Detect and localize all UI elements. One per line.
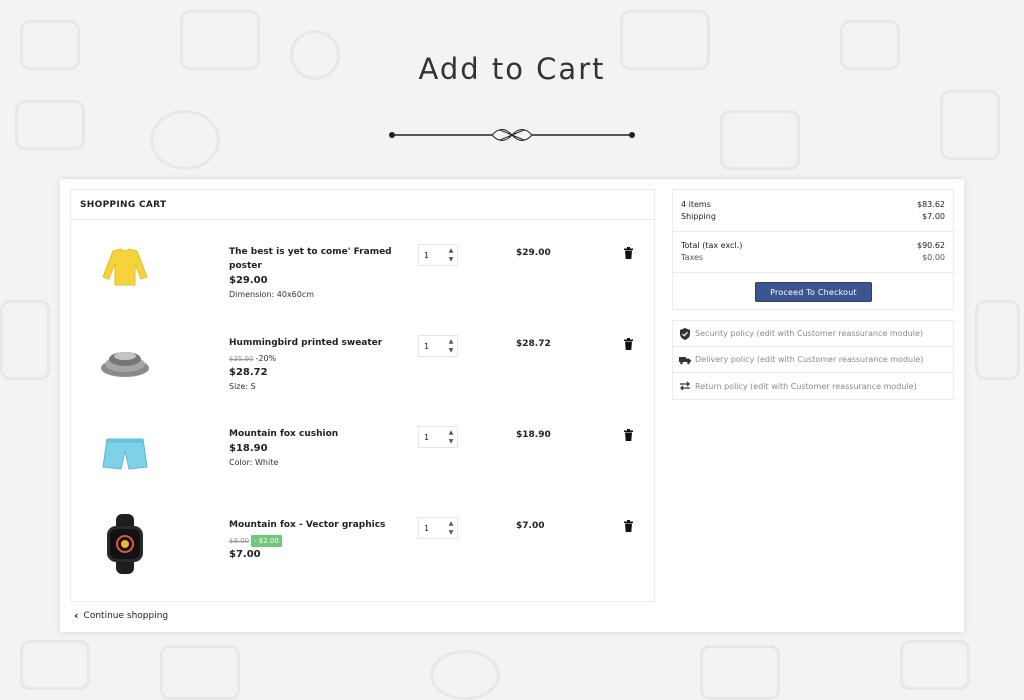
item-price: $29.00: [229, 275, 268, 286]
quantity-arrows[interactable]: ▲ ▼: [447, 337, 455, 355]
shield-icon: [680, 327, 690, 340]
item-name[interactable]: Mountain fox cushion: [229, 427, 399, 441]
reassurance-item: Delivery policy (edit with Customer reas…: [673, 347, 953, 373]
quantity-arrows[interactable]: ▲ ▼: [447, 246, 455, 264]
taxes-label: Taxes: [681, 253, 704, 262]
item-attribute: Size: S: [229, 382, 256, 391]
item-price: $18.90: [229, 443, 268, 454]
reassurance-item: Security policy (edit with Customer reas…: [673, 321, 953, 347]
cart-summary: 4 items $83.62 Shipping $7.00 Total (tax…: [672, 189, 954, 310]
summary-shipping-row: Shipping $7.00: [681, 212, 945, 221]
watch-icon: [107, 514, 143, 574]
reassurance-label: Security policy (edit with Customer reas…: [695, 329, 923, 338]
quantity-value: 1: [424, 342, 430, 351]
quantity-stepper[interactable]: 1 ▲ ▼: [418, 244, 458, 266]
items-count-label: 4 items: [681, 200, 711, 209]
truck-icon: [679, 356, 691, 364]
taxes-value: $0.00: [922, 253, 945, 262]
item-info: Hummingbird printed sweater $35.90 -20% …: [229, 336, 399, 391]
line-total: $18.90: [516, 430, 551, 440]
increment-icon[interactable]: ▲: [447, 337, 455, 346]
chevron-left-icon: ‹: [74, 609, 79, 622]
quantity-stepper[interactable]: 1 ▲ ▼: [418, 426, 458, 448]
quantity-value: 1: [424, 433, 430, 442]
trash-icon[interactable]: [624, 338, 633, 350]
item-old-price: $9.00: [229, 536, 250, 545]
increment-icon[interactable]: ▲: [447, 519, 455, 528]
decrement-icon[interactable]: ▼: [447, 346, 455, 355]
items-subtotal: $83.62: [917, 200, 945, 209]
item-name[interactable]: Mountain fox - Vector graphics: [229, 518, 399, 532]
shorts-icon: [102, 438, 148, 470]
item-attribute: Color: White: [229, 458, 279, 467]
trash-icon[interactable]: [624, 520, 633, 532]
decrement-icon[interactable]: ▼: [447, 437, 455, 446]
quantity-arrows[interactable]: ▲ ▼: [447, 519, 455, 537]
item-price: $7.00: [229, 549, 261, 560]
line-total: $28.72: [516, 339, 551, 349]
shipping-value: $7.00: [922, 212, 945, 221]
reassurance-item: Return policy (edit with Customer reassu…: [673, 373, 953, 399]
summary-taxes-row: Taxes $0.00: [681, 253, 945, 262]
item-name[interactable]: Hummingbird printed sweater: [229, 336, 399, 350]
quantity-stepper[interactable]: 1 ▲ ▼: [418, 517, 458, 539]
quantity-value: 1: [424, 524, 430, 533]
item-info: Mountain fox cushion $18.90 Color: White: [229, 427, 399, 467]
cart-page-card: SHOPPING CART The best is yet to come' F…: [60, 179, 964, 632]
summary-divider: [673, 272, 953, 273]
quantity-arrows[interactable]: ▲ ▼: [447, 428, 455, 446]
yellow-sweater-icon: [102, 248, 148, 286]
summary-items-row: 4 items $83.62: [681, 200, 945, 209]
reassurance-block: Security policy (edit with Customer reas…: [672, 320, 954, 400]
item-info: Mountain fox - Vector graphics $9.00 - $…: [229, 518, 399, 560]
cart-item: Mountain fox - Vector graphics $9.00 - $…: [71, 508, 654, 598]
proceed-to-checkout-button[interactable]: Proceed To Checkout: [755, 282, 872, 302]
cart-header: SHOPPING CART: [71, 190, 654, 220]
title-divider-ornament: [389, 129, 635, 141]
reassurance-label: Return policy (edit with Customer reassu…: [695, 381, 917, 391]
increment-icon[interactable]: ▲: [447, 246, 455, 255]
decrement-icon[interactable]: ▼: [447, 255, 455, 264]
item-name[interactable]: The best is yet to come' Framed poster: [229, 245, 399, 273]
item-discount: -20%: [255, 354, 277, 363]
total-label: Total (tax excl.): [681, 241, 743, 250]
plates-icon: [101, 352, 149, 377]
trash-icon[interactable]: [624, 247, 633, 259]
quantity-value: 1: [424, 251, 430, 260]
continue-shopping-label: Continue shopping: [83, 610, 169, 621]
summary-divider: [673, 231, 953, 232]
item-price: $28.72: [229, 367, 268, 378]
quantity-stepper[interactable]: 1 ▲ ▼: [418, 335, 458, 357]
summary-total-row: Total (tax excl.) $90.62: [681, 241, 945, 250]
page-title: Add to Cart: [418, 52, 606, 86]
shopping-cart-panel: SHOPPING CART The best is yet to come' F…: [70, 189, 655, 602]
item-discount-row: $35.90 -20%: [229, 352, 399, 365]
discount-badge: - $2.00: [251, 534, 282, 547]
cart-item: Mountain fox cushion $18.90 Color: White…: [71, 417, 654, 507]
exchange-icon: [680, 381, 690, 391]
line-total: $7.00: [516, 521, 545, 531]
item-info: The best is yet to come' Framed poster $…: [229, 245, 399, 299]
trash-icon[interactable]: [624, 429, 633, 441]
item-discount-row: $9.00 - $2.00: [229, 534, 399, 547]
cart-item: Hummingbird printed sweater $35.90 -20% …: [71, 326, 654, 416]
reassurance-label: Delivery policy (edit with Customer reas…: [695, 355, 924, 364]
shipping-label: Shipping: [681, 212, 716, 221]
increment-icon[interactable]: ▲: [447, 428, 455, 437]
line-total: $29.00: [516, 248, 551, 258]
continue-shopping-link[interactable]: ‹ Continue shopping: [74, 609, 168, 622]
item-old-price: $35.90: [229, 354, 254, 363]
item-attribute: Dimension: 40x60cm: [229, 290, 315, 299]
total-value: $90.62: [917, 241, 945, 250]
cart-item: The best is yet to come' Framed poster $…: [71, 235, 654, 325]
decrement-icon[interactable]: ▼: [447, 528, 455, 537]
